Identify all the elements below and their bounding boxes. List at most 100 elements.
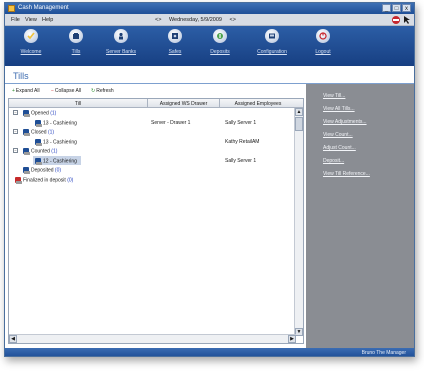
- group-label: Finalized in deposit: [23, 176, 66, 183]
- tree-row-closed[interactable]: − Closed (1): [9, 127, 294, 137]
- toolbar-label-logout: Logout: [315, 49, 331, 55]
- table-row[interactable]: 13 - Cashiering Server - Drawer 1 Sally …: [9, 118, 294, 128]
- assigned-employee: Sally Server 1: [225, 119, 257, 126]
- date-navigator: <> Wednesday, 5/9/2009 <>: [155, 17, 242, 23]
- current-date: Wednesday, 5/9/2009: [168, 17, 222, 23]
- menu-bar: File View Help <> Wednesday, 5/9/2009 <>: [5, 14, 414, 26]
- till-icon: [23, 110, 30, 117]
- scroll-left-button[interactable]: ◀: [9, 335, 17, 343]
- group-count: (0): [67, 176, 74, 183]
- tree-row-deposited[interactable]: Deposited (0): [9, 165, 294, 175]
- till-icon: [23, 129, 30, 136]
- table-row[interactable]: 13 - Cashiering Kathy RetailAM: [9, 137, 294, 147]
- collapse-toggle[interactable]: −: [13, 110, 18, 115]
- status-bar: Bruno The Manager: [5, 348, 414, 356]
- close-button[interactable]: x: [402, 4, 411, 12]
- toolbar-label-welcome: Welcome: [20, 49, 42, 55]
- scroll-up-button[interactable]: ▲: [295, 108, 303, 116]
- finalized-icon: [15, 176, 22, 184]
- side-panel: View Till... View All Tills... View Adju…: [306, 84, 414, 352]
- table-row-selected[interactable]: 12 - Cashiering Sally Server 1: [9, 155, 294, 165]
- toolbar-button-welcome[interactable]: Welcome: [9, 29, 53, 63]
- refresh-icon: ↻: [91, 88, 96, 94]
- grid-actions: +Expand All −Collapse All ↻Refresh: [5, 86, 299, 97]
- menu-view[interactable]: View: [25, 17, 37, 23]
- tree-row-finalized[interactable]: Finalized in deposit (0): [9, 175, 294, 185]
- toolbar-button-logout[interactable]: Logout: [301, 29, 345, 63]
- grid-header: Till Assigned WS Drawer Assigned Employe…: [9, 99, 303, 108]
- page-title: Tills: [13, 71, 29, 81]
- toolbar-label-tills: Tills: [71, 49, 81, 55]
- column-header-till[interactable]: Till: [9, 101, 147, 107]
- collapse-toggle[interactable]: −: [13, 129, 18, 134]
- window-title: Cash Management: [18, 5, 69, 11]
- menu-help[interactable]: Help: [42, 17, 53, 23]
- till-icon: [23, 167, 30, 174]
- view-till-link[interactable]: View Till...: [323, 93, 345, 99]
- collapse-icon: −: [51, 88, 54, 94]
- toolbar-button-tills[interactable]: Tills: [54, 29, 98, 63]
- scroll-thumb[interactable]: [295, 117, 303, 131]
- group-label: Deposited: [31, 167, 54, 174]
- vertical-scrollbar[interactable]: ▲ ▼: [294, 108, 303, 336]
- minimize-button[interactable]: _: [382, 4, 391, 12]
- toolbar-button-configuration[interactable]: Configuration: [250, 29, 294, 63]
- view-till-reference-link[interactable]: View Till Reference...: [323, 171, 370, 177]
- group-count: (1): [51, 148, 58, 155]
- toolbar-label-configuration: Configuration: [257, 49, 287, 55]
- scroll-down-button[interactable]: ▼: [295, 328, 303, 336]
- toolbar-button-deposits[interactable]: Deposits: [198, 29, 242, 63]
- configuration-icon: [265, 29, 279, 43]
- expand-all-label: Expand All: [15, 88, 40, 94]
- till-name: 13 - Cashiering: [43, 138, 77, 145]
- toolbar-button-server-banks[interactable]: Server Banks: [99, 29, 143, 63]
- view-all-tills-link[interactable]: View All Tills...: [323, 106, 355, 112]
- tree-row-counted[interactable]: − Counted (1): [9, 146, 294, 156]
- help-pointer-icon[interactable]: [402, 15, 412, 25]
- group-label: Counted: [31, 148, 50, 155]
- maximize-button[interactable]: □: [392, 4, 401, 12]
- toolbar-label-safes: Safes: [168, 49, 182, 55]
- column-header-drawer[interactable]: Assigned WS Drawer: [148, 101, 219, 107]
- adjust-count-link[interactable]: Adjust Count...: [323, 145, 356, 151]
- previous-date-button[interactable]: <>: [155, 17, 161, 23]
- server-banks-icon: [114, 29, 128, 43]
- refresh-button[interactable]: ↻Refresh: [91, 88, 114, 94]
- menu-file[interactable]: File: [11, 17, 20, 23]
- tills-grid: Till Assigned WS Drawer Assigned Employe…: [8, 98, 304, 344]
- tills-icon: [69, 29, 83, 43]
- deposit-link[interactable]: Deposit...: [323, 158, 344, 164]
- till-icon: [35, 119, 42, 127]
- app-icon: [8, 5, 15, 12]
- till-icon: [35, 138, 42, 146]
- scroll-right-button[interactable]: ▶: [288, 335, 296, 343]
- collapse-all-label: Collapse All: [54, 88, 82, 94]
- assigned-drawer: Server - Drawer 1: [151, 119, 191, 126]
- view-count-link[interactable]: View Count...: [323, 132, 353, 138]
- group-label: Opened: [31, 110, 49, 117]
- toolbar-label-server-banks: Server Banks: [105, 49, 136, 55]
- group-count: (0): [54, 167, 62, 174]
- view-adjustments-link[interactable]: View Adjustments...: [323, 119, 367, 125]
- main-toolbar: Welcome Tills Server Banks Safes Deposit…: [5, 26, 414, 66]
- toolbar-label-deposits: Deposits: [210, 49, 230, 55]
- column-header-employees[interactable]: Assigned Employees: [220, 101, 296, 107]
- safes-icon: [168, 29, 182, 43]
- tree-row-opened[interactable]: − Opened (1): [9, 108, 294, 118]
- till-name: 13 - Cashiering: [43, 119, 77, 126]
- group-label: Closed: [31, 129, 47, 136]
- deposits-icon: [213, 29, 227, 43]
- refresh-label: Refresh: [96, 88, 114, 94]
- horizontal-scrollbar[interactable]: ◀ ▶: [9, 334, 296, 343]
- till-icon: [35, 157, 42, 165]
- status-icon[interactable]: [391, 15, 401, 25]
- expand-all-button[interactable]: +Expand All: [12, 88, 40, 94]
- group-count: (1): [50, 110, 57, 117]
- assigned-employee: Sally Server 1: [225, 157, 257, 164]
- welcome-icon: [24, 29, 38, 43]
- collapse-all-button[interactable]: −Collapse All: [51, 88, 81, 94]
- collapse-toggle[interactable]: −: [13, 148, 18, 153]
- next-date-button[interactable]: <>: [230, 17, 236, 23]
- toolbar-button-safes[interactable]: Safes: [153, 29, 197, 63]
- expand-icon: +: [12, 88, 15, 94]
